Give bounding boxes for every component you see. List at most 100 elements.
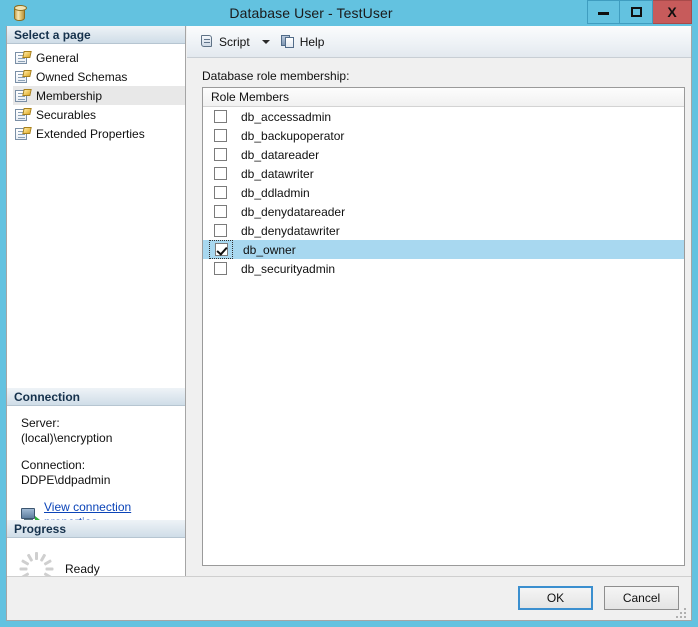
role-checkbox[interactable] — [213, 148, 227, 161]
page-icon — [15, 69, 32, 84]
maximize-icon — [630, 7, 642, 17]
role-checkbox[interactable] — [213, 167, 227, 180]
role-name-label: db_backupoperator — [241, 128, 345, 143]
server-label: Server: — [21, 416, 60, 430]
spinner-dash — [45, 567, 53, 571]
role-checkbox-wrap[interactable] — [209, 240, 233, 259]
panel-body: Database role membership: Role Members d… — [187, 58, 691, 566]
cancel-button[interactable]: Cancel — [604, 586, 679, 610]
role-checkbox[interactable] — [213, 186, 227, 199]
maximize-button[interactable] — [620, 0, 653, 24]
sidebar-item-membership[interactable]: Membership — [13, 86, 185, 105]
list-caption: Database role membership: — [202, 69, 350, 83]
role-checkbox-wrap[interactable] — [210, 224, 230, 237]
connection-section: Connection Server: (local)\encryption Co… — [7, 388, 185, 530]
script-button-label: Script — [219, 34, 250, 49]
connection-label: Connection: — [21, 458, 86, 472]
role-checkbox-wrap[interactable] — [210, 129, 230, 142]
role-checkbox[interactable] — [213, 224, 227, 237]
ok-button[interactable]: OK — [518, 586, 593, 610]
close-button[interactable]: X — [653, 0, 692, 24]
connection-value: DDPE\ddpadmin — [21, 473, 111, 487]
footer-buttons: OK Cancel — [518, 586, 679, 610]
table-row[interactable]: db_denydatawriter — [203, 221, 684, 240]
sidebar: Select a page General Owned Schemas Member… — [7, 26, 186, 620]
help-button-label: Help — [299, 34, 325, 49]
progress-header: Progress — [7, 520, 185, 538]
role-name-label: db_denydatareader — [241, 204, 346, 219]
sidebar-item-label: General — [36, 50, 79, 65]
role-name-label: db_securityadmin — [241, 261, 336, 276]
database-cylinder-icon — [8, 2, 30, 24]
sidebar-item-label: Membership — [36, 88, 103, 103]
title-bar[interactable]: Database User - TestUser X — [6, 0, 692, 26]
sidebar-item-owned-schemas[interactable]: Owned Schemas — [13, 67, 185, 86]
spinner-dash — [20, 559, 29, 566]
role-checkbox[interactable] — [213, 110, 227, 123]
role-checkbox-wrap[interactable] — [210, 262, 230, 275]
table-row[interactable]: db_datareader — [203, 145, 684, 164]
page-icon — [15, 50, 32, 65]
grip-dot — [684, 608, 686, 610]
role-checkbox[interactable] — [214, 243, 228, 256]
help-pages-icon — [280, 34, 296, 49]
role-checkbox-wrap[interactable] — [210, 167, 230, 180]
sidebar-item-label: Extended Properties — [36, 126, 145, 141]
role-name-label: db_datawriter — [241, 166, 314, 181]
table-row[interactable]: db_denydatareader — [203, 202, 684, 221]
table-row[interactable]: db_datawriter — [203, 164, 684, 183]
spinner-dash — [26, 553, 33, 562]
role-checkbox[interactable] — [213, 129, 227, 142]
grip-dot — [680, 612, 682, 614]
table-row[interactable]: db_accessadmin — [203, 107, 684, 126]
dialog-window: Database User - TestUser X Select a page… — [0, 0, 698, 627]
page-icon — [15, 88, 32, 103]
minimize-icon — [598, 12, 609, 15]
table-row[interactable]: db_backupoperator — [203, 126, 684, 145]
script-scroll-icon — [199, 34, 215, 49]
sidebar-item-label: Securables — [36, 107, 97, 122]
resize-grip[interactable] — [676, 606, 689, 619]
column-header-role-members: Role Members — [203, 88, 684, 107]
role-checkbox[interactable] — [213, 262, 227, 275]
role-name-label: db_datareader — [241, 147, 320, 162]
dialog-footer: OK Cancel — [7, 576, 691, 620]
role-checkbox-wrap[interactable] — [210, 110, 230, 123]
spinner-dash — [39, 553, 46, 562]
script-button[interactable]: Script — [196, 31, 253, 53]
client-area: Select a page General Owned Schemas Member… — [6, 26, 692, 621]
role-name-label: db_owner — [243, 242, 296, 257]
role-rows: db_accessadmin db_backupoperator db_datare… — [203, 107, 684, 278]
connection-header: Connection — [7, 388, 185, 406]
spinner-dash — [19, 567, 27, 571]
server-value: (local)\encryption — [21, 431, 113, 445]
grip-dot — [684, 616, 686, 618]
main-panel: Script Help Database role membership: Ro… — [187, 26, 691, 620]
role-checkbox[interactable] — [213, 205, 227, 218]
table-row[interactable]: db_ddladmin — [203, 183, 684, 202]
grip-dot — [676, 616, 678, 618]
sidebar-item-general[interactable]: General — [13, 48, 185, 67]
minimize-button[interactable] — [587, 0, 620, 24]
grip-dot — [684, 612, 686, 614]
role-checkbox-wrap[interactable] — [210, 148, 230, 161]
select-page-header: Select a page — [7, 26, 185, 44]
role-name-label: db_accessadmin — [241, 109, 332, 124]
role-checkbox-wrap[interactable] — [210, 186, 230, 199]
progress-status: Ready — [65, 562, 100, 576]
page-icon — [15, 126, 32, 141]
page-list: General Owned Schemas Membership Securables… — [7, 44, 185, 143]
role-members-listbox[interactable]: Role Members db_accessadmin db_backupoper… — [202, 87, 685, 566]
sidebar-item-securables[interactable]: Securables — [13, 105, 185, 124]
help-button[interactable]: Help — [277, 31, 328, 53]
toolbar: Script Help — [187, 26, 691, 58]
sidebar-item-extended-properties[interactable]: Extended Properties — [13, 124, 185, 143]
script-dropdown-chevron-down-icon[interactable] — [261, 39, 270, 44]
role-checkbox-wrap[interactable] — [210, 205, 230, 218]
table-row[interactable]: db_owner — [203, 240, 684, 259]
sidebar-item-label: Owned Schemas — [36, 69, 128, 84]
page-icon — [15, 107, 32, 122]
table-row[interactable]: db_securityadmin — [203, 259, 684, 278]
spinner-dash — [34, 552, 38, 560]
role-name-label: db_denydatawriter — [241, 223, 340, 238]
